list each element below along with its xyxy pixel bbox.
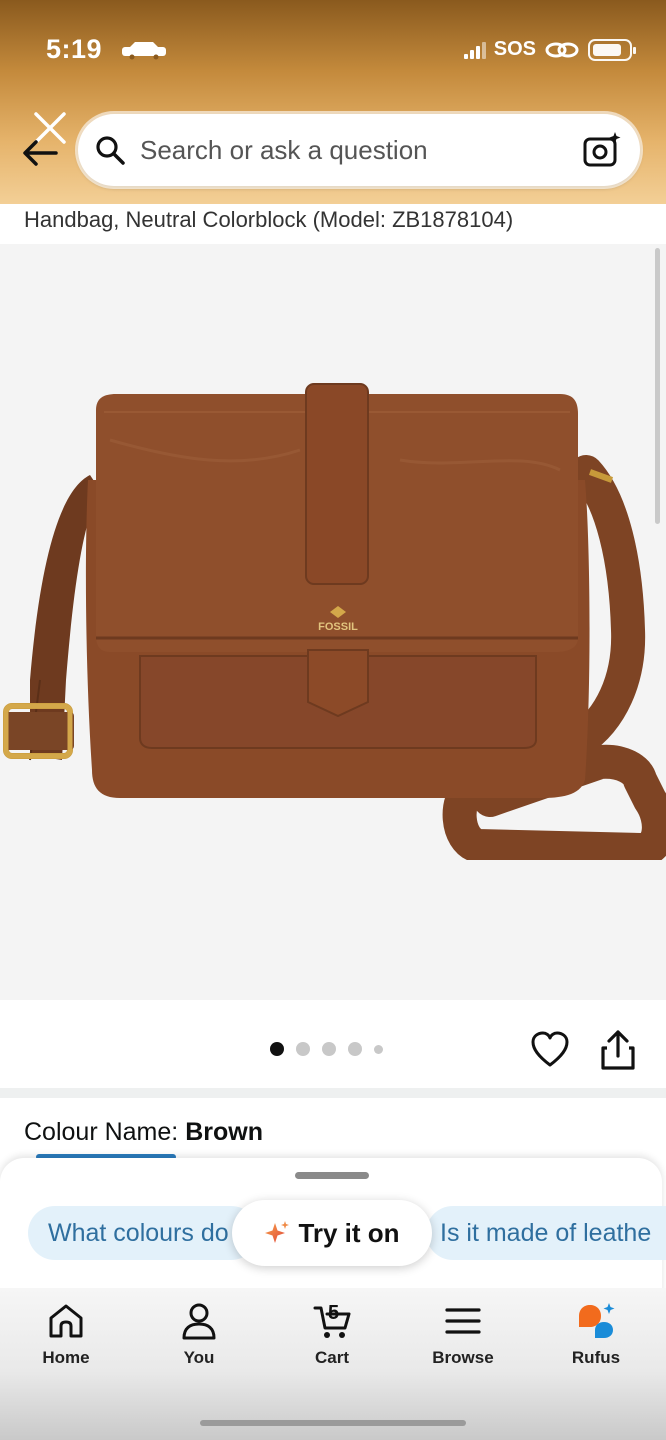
- tab-label: Home: [42, 1348, 90, 1367]
- carrier-label: SOS: [493, 38, 536, 60]
- tab-label: Cart: [314, 1348, 349, 1367]
- pagination-dot[interactable]: [296, 1042, 310, 1056]
- search-icon: [96, 136, 125, 165]
- battery-icon: [588, 38, 636, 61]
- pagination-dot-active[interactable]: [270, 1042, 284, 1056]
- search-input[interactable]: Search or ask a question: [140, 135, 582, 166]
- tab-label: Rufus: [571, 1348, 621, 1367]
- share-icon[interactable]: [598, 1028, 638, 1072]
- menu-icon: [445, 1308, 481, 1334]
- tab-label: You: [183, 1348, 215, 1367]
- try-it-on-label: Try it on: [298, 1217, 400, 1248]
- section-divider: [0, 1088, 666, 1098]
- signal-icon: [463, 41, 486, 59]
- person-icon: [182, 1303, 216, 1340]
- product-image[interactable]: FOSSIL: [0, 380, 666, 860]
- image-pagination[interactable]: [270, 1042, 383, 1056]
- suggestion-chip[interactable]: What colours do: [28, 1206, 258, 1260]
- back-arrow-icon[interactable]: [20, 136, 60, 170]
- sparkle-icon: [265, 1221, 290, 1243]
- colour-name-label: Colour Name:: [24, 1118, 179, 1146]
- pagination-dot[interactable]: [322, 1042, 336, 1056]
- camera-search-icon[interactable]: [582, 130, 622, 170]
- try-it-on-button[interactable]: Try it on: [232, 1200, 432, 1266]
- status-time: 5:19: [46, 34, 103, 64]
- tab-home[interactable]: Home: [11, 1300, 121, 1368]
- search-bar[interactable]: Search or ask a question: [78, 114, 640, 186]
- product-title: Handbag, Neutral Colorblock (Model: ZB18…: [0, 204, 666, 244]
- pagination-dot[interactable]: [348, 1042, 362, 1056]
- tab-you[interactable]: You: [144, 1300, 254, 1368]
- rufus-icon: [579, 1303, 615, 1338]
- wishlist-heart-icon[interactable]: [530, 1030, 570, 1070]
- car-icon: [122, 42, 166, 60]
- home-icon: [49, 1304, 83, 1338]
- link-icon: [545, 42, 579, 57]
- pagination-dot[interactable]: [374, 1044, 383, 1054]
- suggestion-chip[interactable]: Is it made of leathe: [426, 1206, 666, 1260]
- cart-count-badge: 5: [328, 1302, 340, 1324]
- home-indicator[interactable]: [200, 1420, 466, 1426]
- brand-logo: FOSSIL: [318, 621, 358, 633]
- drag-handle[interactable]: [295, 1172, 369, 1179]
- status-indicators: SOS: [463, 38, 636, 61]
- tab-rufus[interactable]: Rufus: [541, 1300, 651, 1368]
- tab-label: Browse: [432, 1348, 494, 1367]
- colour-selector-label: Colour Name: Brown: [24, 1118, 263, 1147]
- tab-browse[interactable]: Browse: [408, 1300, 518, 1368]
- colour-name-value: Brown: [185, 1118, 263, 1146]
